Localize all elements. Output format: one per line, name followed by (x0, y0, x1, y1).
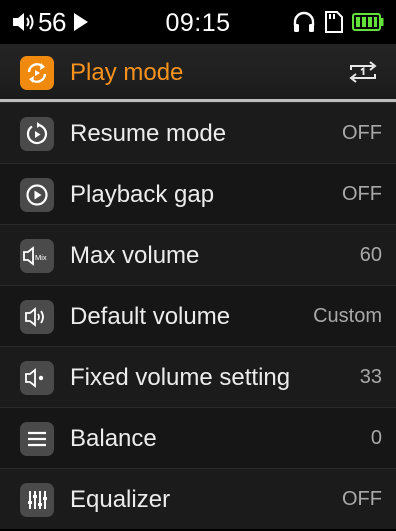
play-mode-icon (20, 56, 54, 90)
menu-item-label: Fixed volume setting (70, 364, 291, 391)
battery-icon (352, 13, 384, 31)
menu-item-resume-mode[interactable]: Resume mode OFF (0, 102, 396, 163)
menu-item-value: 33 (359, 366, 382, 388)
menu-item-value: 60 (359, 244, 382, 266)
max-volume-icon: Mix (20, 239, 54, 273)
menu-item-value: OFF (342, 183, 382, 205)
menu-item-max-volume[interactable]: Mix Max volume 60 (0, 224, 396, 285)
menu-item-value: OFF (342, 488, 382, 510)
menu-item-playback-gap[interactable]: Playback gap OFF (0, 163, 396, 224)
status-right (292, 8, 384, 36)
status-bar: 56 09:15 (0, 0, 396, 44)
settings-screen: 56 09:15 Play mode Resume mode OFF Playb… (0, 0, 396, 531)
menu-item-balance[interactable]: Balance 0 (0, 407, 396, 468)
fixed-volume-icon (20, 361, 54, 395)
menu-item-value: 0 (370, 427, 382, 449)
settings-menu: Play mode Resume mode OFF Playback gap O… (0, 44, 396, 529)
menu-item-value: OFF (342, 122, 382, 144)
svg-text:Mix: Mix (35, 253, 47, 262)
menu-item-fixed-volume-setting[interactable]: Fixed volume setting 33 (0, 346, 396, 407)
menu-item-label: Play mode (70, 59, 184, 86)
equalizer-icon (20, 483, 54, 517)
playback-gap-icon (20, 178, 54, 212)
menu-item-label: Playback gap (70, 181, 215, 208)
balance-icon (20, 422, 54, 456)
default-volume-icon (20, 300, 54, 334)
headphones-icon (292, 10, 316, 34)
menu-item-label: Max volume (70, 242, 200, 269)
resume-icon (20, 117, 54, 151)
menu-item-label: Equalizer (70, 486, 171, 513)
menu-item-value: Custom (313, 305, 382, 327)
menu-item-default-volume[interactable]: Default volume Custom (0, 285, 396, 346)
menu-item-label: Balance (70, 425, 157, 452)
menu-item-label: Resume mode (70, 120, 227, 147)
sd-card-icon (324, 10, 344, 34)
menu-item-play-mode[interactable]: Play mode (0, 44, 396, 102)
repeat-one-icon (348, 59, 378, 85)
menu-item-label: Default volume (70, 303, 231, 330)
menu-item-equalizer[interactable]: Equalizer OFF (0, 468, 396, 529)
